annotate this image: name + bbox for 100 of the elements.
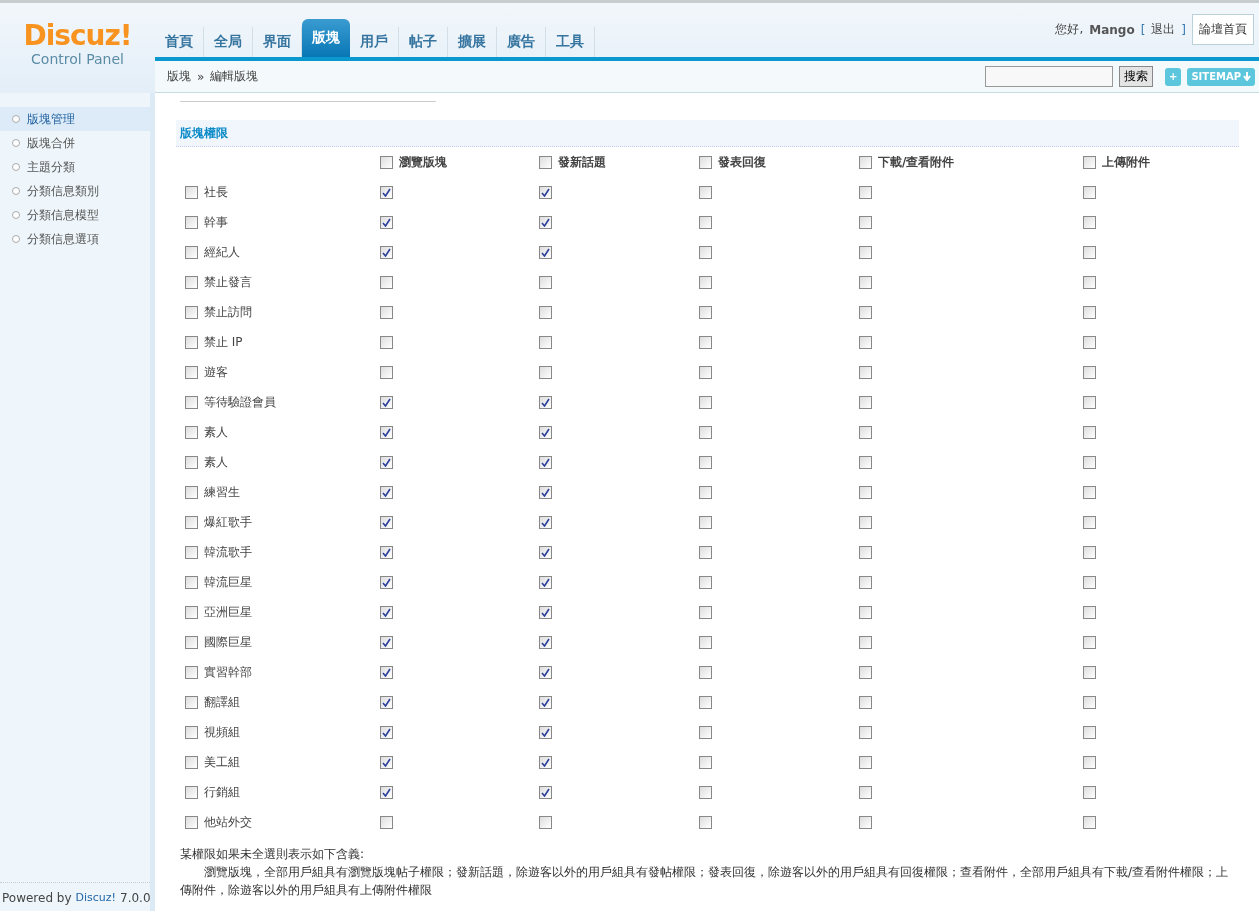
checkbox[interactable]	[380, 755, 393, 769]
checkbox[interactable]	[699, 665, 712, 679]
checkbox[interactable]	[1083, 665, 1096, 679]
checkbox[interactable]	[699, 635, 712, 649]
sidebar-item[interactable]: 分類信息類別	[0, 179, 150, 203]
checkbox[interactable]	[185, 665, 198, 679]
checkbox[interactable]	[539, 185, 552, 199]
checkbox[interactable]	[859, 665, 872, 679]
checkbox[interactable]	[380, 635, 393, 649]
forum-home-button[interactable]: 論壇首頁	[1192, 14, 1254, 45]
checkbox[interactable]	[185, 785, 198, 799]
checkbox[interactable]	[859, 695, 872, 709]
checkbox[interactable]	[380, 245, 393, 259]
checkbox[interactable]	[380, 575, 393, 589]
checkbox[interactable]	[539, 725, 552, 739]
checkbox[interactable]	[380, 695, 393, 709]
checkbox[interactable]	[539, 155, 552, 169]
checkbox[interactable]	[380, 155, 393, 169]
checkbox[interactable]	[859, 425, 872, 439]
checkbox[interactable]	[539, 545, 552, 559]
checkbox[interactable]	[539, 395, 552, 409]
checkbox[interactable]	[539, 455, 552, 469]
checkbox[interactable]	[699, 755, 712, 769]
checkbox[interactable]	[1083, 305, 1096, 319]
checkbox[interactable]	[1083, 695, 1096, 709]
checkbox[interactable]	[380, 455, 393, 469]
checkbox[interactable]	[380, 785, 393, 799]
checkbox[interactable]	[859, 305, 872, 319]
checkbox[interactable]	[185, 305, 198, 319]
checkbox[interactable]	[185, 575, 198, 589]
checkbox[interactable]	[539, 425, 552, 439]
checkbox[interactable]	[185, 425, 198, 439]
checkbox[interactable]	[185, 815, 198, 829]
checkbox[interactable]	[1083, 395, 1096, 409]
checkbox[interactable]	[1083, 635, 1096, 649]
sidebar-item[interactable]: 版塊合併	[0, 131, 150, 155]
checkbox[interactable]	[859, 725, 872, 739]
checkbox[interactable]	[699, 485, 712, 499]
checkbox[interactable]	[185, 725, 198, 739]
checkbox[interactable]	[380, 305, 393, 319]
checkbox[interactable]	[539, 305, 552, 319]
checkbox[interactable]	[185, 245, 198, 259]
checkbox[interactable]	[859, 185, 872, 199]
checkbox[interactable]	[859, 245, 872, 259]
checkbox[interactable]	[380, 275, 393, 289]
checkbox[interactable]	[185, 365, 198, 379]
checkbox[interactable]	[185, 515, 198, 529]
checkbox[interactable]	[539, 485, 552, 499]
checkbox[interactable]	[1083, 785, 1096, 799]
checkbox[interactable]	[539, 215, 552, 229]
checkbox[interactable]	[185, 755, 198, 769]
checkbox[interactable]	[859, 575, 872, 589]
checkbox[interactable]	[1083, 245, 1096, 259]
checkbox[interactable]	[539, 785, 552, 799]
nav-tab[interactable]: 帖子	[399, 27, 448, 57]
checkbox[interactable]	[380, 815, 393, 829]
checkbox[interactable]	[859, 545, 872, 559]
checkbox[interactable]	[539, 605, 552, 619]
checkbox[interactable]	[539, 365, 552, 379]
checkbox[interactable]	[380, 365, 393, 379]
checkbox[interactable]	[185, 695, 198, 709]
search-button[interactable]: 搜索	[1119, 66, 1153, 87]
checkbox[interactable]	[859, 155, 872, 169]
checkbox[interactable]	[699, 275, 712, 289]
checkbox[interactable]	[1083, 155, 1096, 169]
checkbox[interactable]	[699, 185, 712, 199]
checkbox[interactable]	[1083, 575, 1096, 589]
checkbox[interactable]	[1083, 275, 1096, 289]
checkbox[interactable]	[380, 665, 393, 679]
checkbox[interactable]	[699, 365, 712, 379]
checkbox[interactable]	[859, 515, 872, 529]
checkbox[interactable]	[859, 605, 872, 619]
checkbox[interactable]	[185, 545, 198, 559]
nav-tab[interactable]: 全局	[204, 27, 253, 57]
nav-tab[interactable]: 廣告	[497, 27, 546, 57]
checkbox[interactable]	[699, 605, 712, 619]
checkbox[interactable]	[380, 425, 393, 439]
checkbox[interactable]	[1083, 815, 1096, 829]
checkbox[interactable]	[859, 755, 872, 769]
checkbox[interactable]	[185, 635, 198, 649]
checkbox[interactable]	[539, 575, 552, 589]
checkbox[interactable]	[699, 725, 712, 739]
nav-tab[interactable]: 版塊	[302, 19, 350, 57]
checkbox[interactable]	[699, 215, 712, 229]
checkbox[interactable]	[699, 395, 712, 409]
checkbox[interactable]	[539, 695, 552, 709]
sidebar-item[interactable]: 版塊管理	[0, 107, 150, 131]
checkbox[interactable]	[539, 515, 552, 529]
sidebar-item[interactable]: 分類信息模型	[0, 203, 150, 227]
checkbox[interactable]	[185, 215, 198, 229]
checkbox[interactable]	[539, 635, 552, 649]
checkbox[interactable]	[380, 605, 393, 619]
checkbox[interactable]	[539, 665, 552, 679]
checkbox[interactable]	[380, 185, 393, 199]
checkbox[interactable]	[699, 695, 712, 709]
checkbox[interactable]	[699, 785, 712, 799]
checkbox[interactable]	[859, 785, 872, 799]
checkbox[interactable]	[185, 395, 198, 409]
checkbox[interactable]	[699, 335, 712, 349]
checkbox[interactable]	[859, 335, 872, 349]
